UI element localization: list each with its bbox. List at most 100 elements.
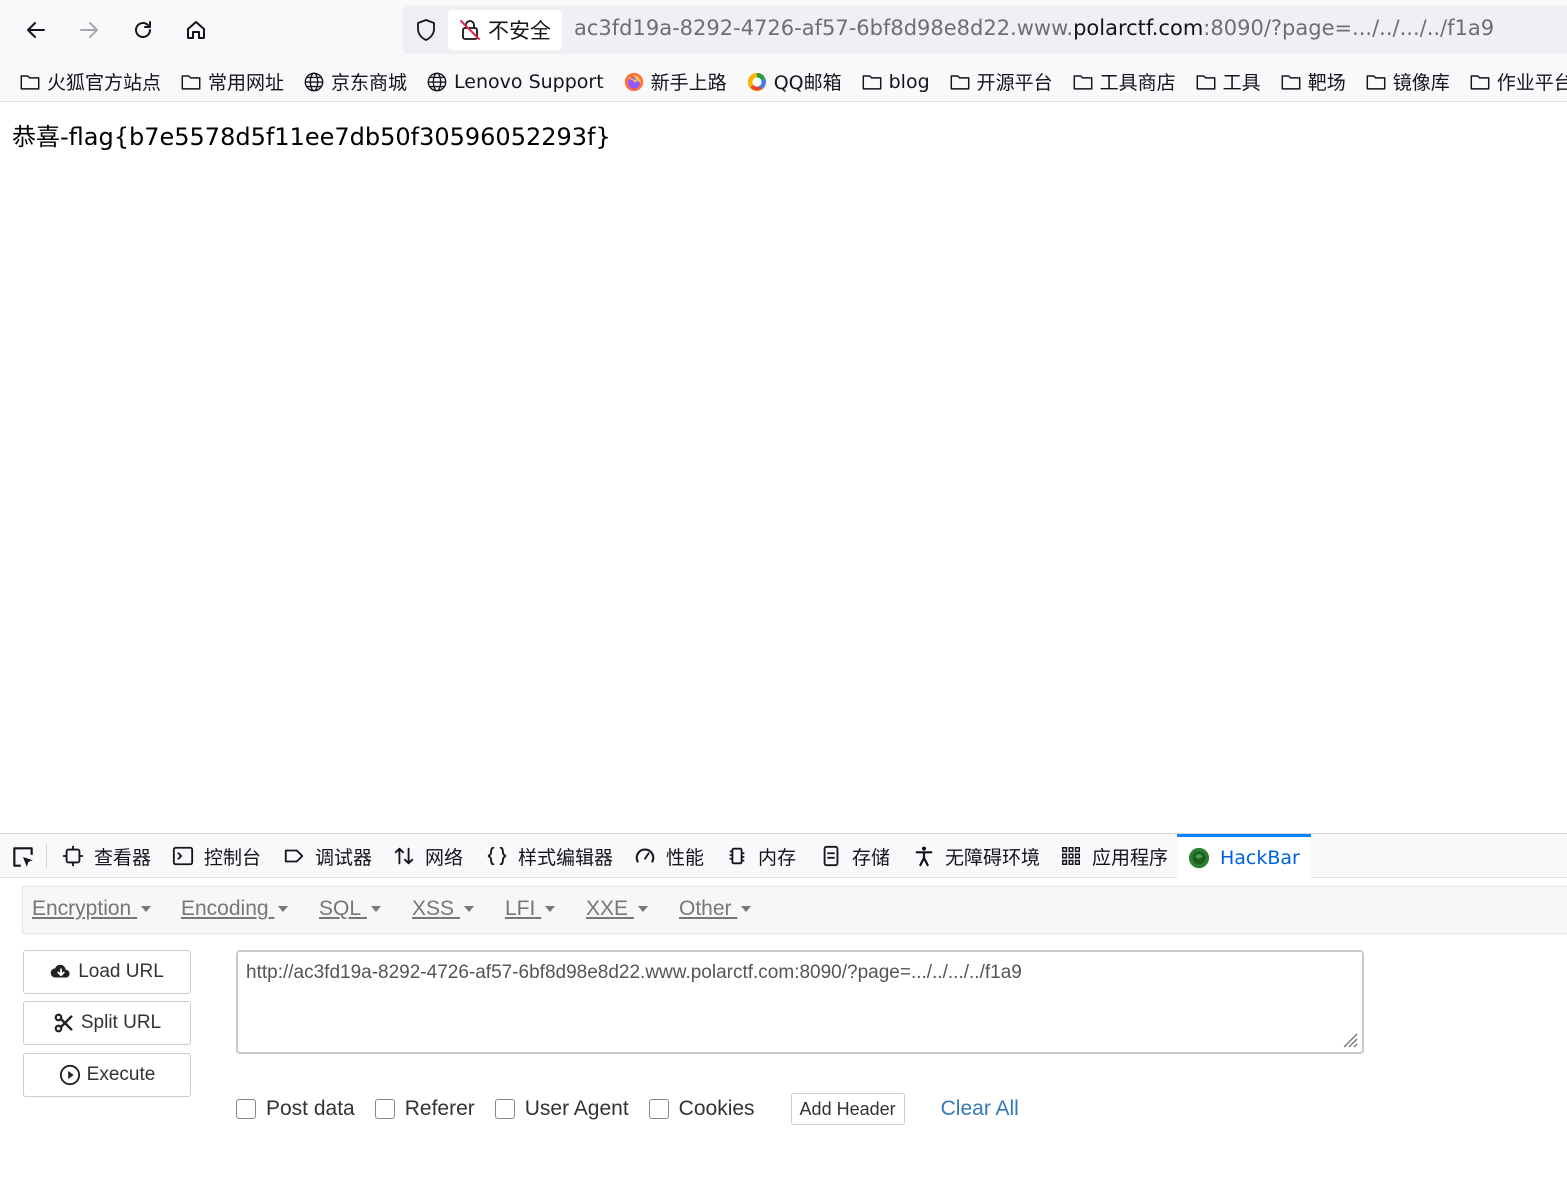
resize-grip-icon[interactable] bbox=[1340, 1030, 1358, 1048]
hackbar-menu: Encryption Encoding SQL XSS LFI XXE Othe… bbox=[22, 886, 1567, 934]
caret-down-icon bbox=[141, 906, 152, 913]
bookmark-label: 京东商城 bbox=[331, 72, 408, 94]
devtools-tab-application[interactable]: 应用程序 bbox=[1060, 834, 1168, 878]
home-button[interactable] bbox=[179, 13, 213, 47]
bookmark-item[interactable]: 开源平台 bbox=[949, 68, 1053, 95]
devtools-tab-memory[interactable]: 内存 bbox=[726, 834, 796, 878]
checkbox[interactable] bbox=[648, 1099, 669, 1119]
bookmark-label: 火狐官方站点 bbox=[47, 72, 162, 94]
caret-down-icon bbox=[278, 906, 289, 913]
bookmark-item[interactable]: 京东商城 bbox=[303, 68, 407, 95]
option-referer[interactable]: Referer bbox=[374, 1097, 475, 1121]
hackbar-menu-label: LFI bbox=[505, 897, 536, 920]
reload-icon bbox=[135, 21, 151, 38]
hackbar-icon bbox=[1188, 847, 1220, 869]
execute-button[interactable]: Execute bbox=[23, 1053, 191, 1097]
devtools-tab-performance[interactable]: 性能 bbox=[634, 834, 704, 878]
hackbar-menu-lfi[interactable]: LFI bbox=[505, 897, 556, 921]
url-suffix: :8090/?page=.../../.../../f1a9 bbox=[1203, 16, 1495, 40]
hackbar-menu-xss[interactable]: XSS bbox=[412, 897, 474, 921]
devtools-tab-hackbar[interactable]: HackBar bbox=[1177, 834, 1311, 878]
bookmark-label: blog bbox=[888, 70, 930, 93]
devtools-tab-debugger[interactable]: 调试器 bbox=[283, 834, 372, 878]
checkbox[interactable] bbox=[374, 1099, 395, 1119]
hackbar-menu-sql[interactable]: SQL bbox=[319, 897, 381, 921]
insecure-connection-chip[interactable]: 不安全 bbox=[448, 10, 562, 50]
element-picker-icon[interactable] bbox=[10, 844, 36, 870]
bookmark-item[interactable]: 靶场 bbox=[1280, 68, 1346, 95]
devtools-tab-storage[interactable]: 存储 bbox=[820, 834, 890, 878]
hackbar-menu-label: Other bbox=[679, 897, 732, 920]
bookmark-item[interactable]: QQ邮箱 bbox=[746, 68, 842, 95]
bookmark-item[interactable]: 作业平台 bbox=[1469, 68, 1567, 95]
bookmark-label: 作业平台 bbox=[1496, 72, 1567, 94]
bookmark-item[interactable]: 常用网址 bbox=[180, 68, 284, 95]
devtools-tab-style-editor[interactable]: 样式编辑器 bbox=[486, 834, 613, 878]
devtools-tab-inspector[interactable]: 查看器 bbox=[62, 834, 151, 878]
memory-icon bbox=[726, 845, 758, 867]
devtools-tabbar: 查看器 控制台 调试器 网络 样式编辑器 性能 内存 存储 无障碍环境 应用程序 HackBar bbox=[0, 834, 1567, 878]
folder-icon bbox=[1280, 71, 1308, 93]
globe-icon bbox=[426, 71, 454, 93]
bookmark-item[interactable]: 工具商店 bbox=[1072, 68, 1176, 95]
hackbar-menu-xxe[interactable]: XXE bbox=[586, 897, 648, 921]
performance-icon bbox=[634, 845, 666, 867]
bookmark-item[interactable]: 新手上路 bbox=[623, 68, 727, 95]
checkbox[interactable] bbox=[494, 1099, 515, 1119]
bookmark-item[interactable]: 火狐官方站点 bbox=[19, 68, 161, 95]
hackbar-menu-label: XSS bbox=[412, 897, 455, 920]
scissors-icon bbox=[54, 1013, 73, 1033]
caret-down-icon bbox=[463, 906, 474, 913]
hackbar-menu-label: Encryption bbox=[32, 897, 132, 920]
bookmark-label: QQ邮箱 bbox=[773, 72, 842, 94]
clear-all-link[interactable]: Clear All bbox=[941, 1097, 1019, 1121]
option-user-agent[interactable]: User Agent bbox=[494, 1097, 629, 1121]
devtools-tab-label: 应用程序 bbox=[1092, 846, 1169, 869]
flag-message: 恭喜-flag{b7e5578d5f11ee7db50f30596052293f… bbox=[12, 123, 611, 151]
bookmark-label: 镜像库 bbox=[1392, 72, 1450, 94]
bookmark-item[interactable]: Lenovo Support bbox=[426, 71, 604, 93]
checkbox[interactable] bbox=[236, 1099, 256, 1119]
option-cookies[interactable]: Cookies bbox=[648, 1097, 755, 1121]
folder-icon bbox=[1195, 71, 1223, 93]
bookmark-label: 工具 bbox=[1222, 72, 1261, 94]
split-url-button[interactable]: Split URL bbox=[23, 1001, 191, 1045]
load-url-button[interactable]: Load URL bbox=[23, 950, 191, 994]
folder-icon bbox=[861, 71, 889, 93]
option-post-data[interactable]: Post data bbox=[236, 1097, 355, 1121]
hackbar-menu-encryption[interactable]: Encryption bbox=[32, 897, 152, 921]
hackbar-url-value: http://ac3fd19a-8292-4726-af57-6bf8d98e8… bbox=[246, 962, 1022, 983]
bookmark-item[interactable]: blog bbox=[861, 71, 930, 93]
reload-button[interactable] bbox=[126, 13, 160, 47]
firefox-icon bbox=[623, 71, 651, 93]
arrow-right-icon bbox=[80, 22, 98, 38]
console-icon bbox=[172, 845, 204, 867]
insecure-label: 不安全 bbox=[488, 19, 551, 43]
back-button[interactable] bbox=[19, 13, 53, 47]
forward-button[interactable] bbox=[72, 13, 106, 47]
devtools-tab-accessibility[interactable]: 无障碍环境 bbox=[913, 834, 1040, 878]
bookmark-item[interactable]: 镜像库 bbox=[1365, 68, 1450, 95]
devtools-tab-network[interactable]: 网络 bbox=[393, 834, 463, 878]
style-editor-icon bbox=[486, 845, 518, 867]
network-icon bbox=[393, 845, 425, 867]
add-header-button[interactable]: Add Header bbox=[790, 1093, 905, 1125]
bookmark-item[interactable]: 工具 bbox=[1195, 68, 1261, 95]
arrow-left-icon bbox=[27, 22, 45, 38]
devtools-tab-label: 网络 bbox=[425, 846, 464, 869]
hackbar-menu-encoding[interactable]: Encoding bbox=[181, 897, 289, 921]
application-icon bbox=[1060, 845, 1092, 867]
devtools-tab-console[interactable]: 控制台 bbox=[172, 834, 261, 878]
hackbar-menu-other[interactable]: Other bbox=[679, 897, 752, 921]
hackbar-url-textarea[interactable]: http://ac3fd19a-8292-4726-af57-6bf8d98e8… bbox=[236, 950, 1364, 1054]
browser-toolbar: 不安全 ac3fd19a-8292-4726-af57-6bf8d98e8d22… bbox=[0, 0, 1567, 62]
bookmark-label: 工具商店 bbox=[1099, 72, 1176, 94]
folder-icon bbox=[1469, 71, 1497, 93]
globe-icon bbox=[303, 71, 331, 93]
folder-icon bbox=[19, 71, 47, 93]
url-display[interactable]: ac3fd19a-8292-4726-af57-6bf8d98e8d22.www… bbox=[574, 16, 1494, 40]
home-icon bbox=[187, 21, 205, 39]
shield-icon[interactable] bbox=[414, 18, 438, 42]
caret-down-icon bbox=[637, 906, 648, 913]
address-bar[interactable]: 不安全 ac3fd19a-8292-4726-af57-6bf8d98e8d22… bbox=[402, 6, 1567, 54]
